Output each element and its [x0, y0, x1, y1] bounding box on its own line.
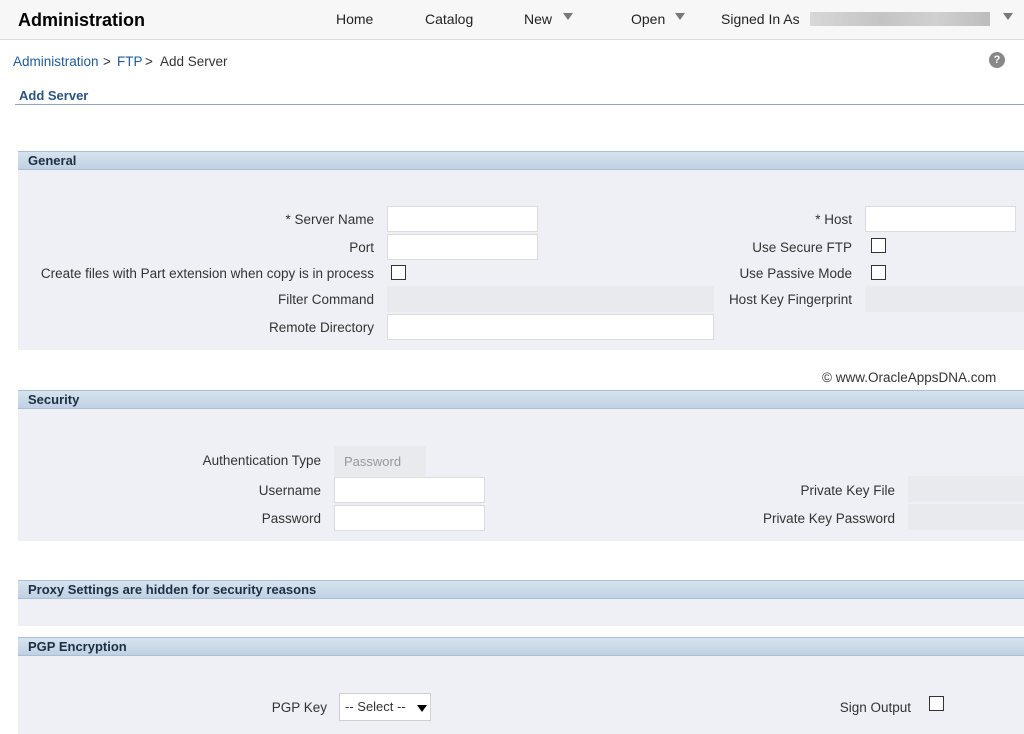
server-name-input[interactable]	[387, 206, 538, 232]
use-passive-mode-checkbox[interactable]	[871, 265, 886, 280]
host-key-fingerprint-field	[865, 286, 1024, 312]
help-icon[interactable]: ?	[989, 52, 1005, 68]
page-title: Add Server	[19, 88, 89, 103]
top-bar: Administration Home Catalog New Open Sig…	[0, 0, 1024, 40]
nav-new-menu[interactable]: New	[524, 11, 552, 27]
breadcrumb-separator: >	[145, 54, 153, 69]
filter-command-label: Filter Command	[277, 292, 374, 307]
pgp-key-label: PGP Key	[271, 700, 327, 715]
nav-home-link[interactable]: Home	[336, 11, 373, 27]
username-input[interactable]	[334, 477, 485, 503]
private-key-file-label: Private Key File	[800, 483, 895, 498]
pgp-header: PGP Encryption	[18, 637, 1024, 656]
security-header: Security	[18, 390, 1024, 409]
host-input[interactable]	[865, 206, 1016, 232]
proxy-panel: Proxy Settings are hidden for security r…	[18, 580, 1024, 626]
sign-output-checkbox[interactable]	[929, 696, 944, 711]
use-secure-ftp-checkbox[interactable]	[871, 238, 886, 253]
part-extension-label: Create files with Part extension when co…	[40, 266, 374, 281]
breadcrumb-administration[interactable]: Administration	[13, 54, 99, 69]
private-key-password-label: Private Key Password	[762, 511, 895, 526]
use-passive-mode-label: Use Passive Mode	[739, 266, 852, 281]
password-label: Password	[261, 511, 321, 526]
port-input[interactable]	[387, 234, 538, 260]
blurred-username	[810, 12, 990, 26]
user-dropdown-icon[interactable]	[1003, 13, 1013, 20]
part-extension-checkbox[interactable]	[391, 265, 406, 280]
host-key-fingerprint-label: Host Key Fingerprint	[728, 292, 852, 307]
host-label: * Host	[815, 212, 852, 227]
nav-open-menu[interactable]: Open	[631, 11, 665, 27]
app-title: Administration	[18, 10, 146, 30]
open-dropdown-icon[interactable]	[675, 13, 685, 20]
title-divider	[15, 104, 1024, 105]
nav-catalog-link[interactable]: Catalog	[425, 11, 473, 27]
new-dropdown-icon[interactable]	[563, 13, 573, 20]
breadcrumb-separator: >	[103, 54, 111, 69]
breadcrumb-current: Add Server	[160, 54, 228, 69]
sign-output-label: Sign Output	[839, 700, 911, 715]
proxy-header: Proxy Settings are hidden for security r…	[18, 580, 1024, 599]
remote-directory-label: Remote Directory	[268, 320, 374, 335]
pgp-key-select[interactable]: -- Select --	[339, 693, 431, 721]
private-key-password-field	[908, 504, 1024, 530]
select-dropdown-icon[interactable]	[417, 705, 427, 712]
auth-type-field: Password	[334, 446, 426, 476]
general-header: General	[18, 151, 1024, 170]
pgp-panel: PGP Encryption	[18, 637, 1024, 734]
auth-type-value: Password	[344, 454, 402, 469]
remote-directory-input[interactable]	[387, 314, 714, 340]
username-label: Username	[258, 483, 321, 498]
breadcrumb-ftp[interactable]: FTP	[117, 54, 143, 69]
use-secure-ftp-label: Use Secure FTP	[752, 240, 852, 255]
auth-type-label: Authentication Type	[202, 453, 321, 468]
watermark: © www.OracleAppsDNA.com	[822, 370, 997, 385]
signed-in-label: Signed In As	[721, 11, 800, 27]
private-key-file-field	[908, 476, 1024, 502]
pgp-key-selected-value: -- Select --	[345, 699, 406, 714]
filter-command-field	[387, 286, 714, 312]
password-input[interactable]	[334, 505, 485, 531]
server-name-label: * Server Name	[285, 212, 374, 227]
port-label: Port	[349, 240, 374, 255]
